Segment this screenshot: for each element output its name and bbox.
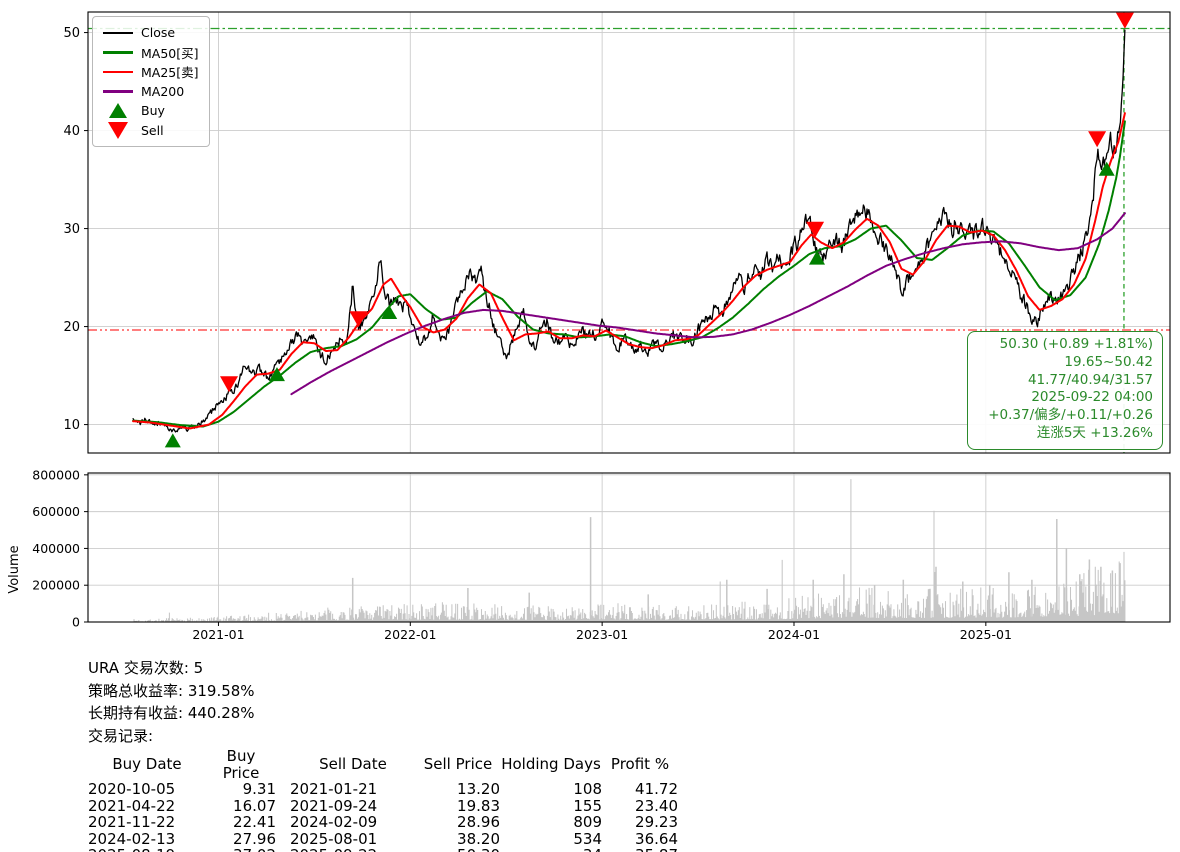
svg-text:2021-01: 2021-01: [192, 627, 244, 642]
column-header: Holding Days: [501, 755, 601, 774]
table-cell: 809: [573, 813, 602, 831]
svg-text:2024-01: 2024-01: [768, 627, 820, 642]
table-cell: 2021-09-24: [290, 796, 378, 815]
svg-text:2022-01: 2022-01: [384, 627, 436, 642]
table-row: 2021-04-22 16.07 2021-09-24 19.83 155 23.40: [88, 796, 678, 815]
strategy-report: URA 交易次数: 5 策略总收益率: 319.58% 长期持有收益: 440.28…: [88, 657, 688, 852]
table-cell: 35.87: [602, 847, 678, 852]
column-header: Sell Price: [423, 755, 493, 774]
table-cell: 2025-09-22: [276, 847, 416, 852]
legend-label: Close: [141, 25, 176, 41]
table-cell: 9.31: [242, 780, 276, 798]
table-row: 2021-11-22 22.41 2024-02-09 28.96 809 29.23: [88, 814, 678, 831]
table-cell: 2025-08-01: [290, 829, 378, 848]
table-cell: 2024-02-13: [88, 829, 176, 848]
line-swatch: [101, 70, 135, 73]
line-swatch: [101, 31, 135, 34]
table-cell: 50.30: [416, 847, 500, 852]
svg-text:0: 0: [72, 615, 80, 630]
legend-item-sell: Sell: [101, 121, 199, 141]
table-cell: 28.96: [457, 813, 500, 831]
column-header: Buy Price: [222, 747, 260, 782]
summary-line: 策略总收益率: 319.58%: [88, 681, 255, 700]
svg-text:2025-01: 2025-01: [960, 627, 1012, 642]
svg-text:400000: 400000: [32, 541, 80, 556]
line-swatch: [101, 90, 135, 93]
table-cell: 41.72: [635, 780, 678, 798]
table-row: 2025-08-1937.022025-09-2250.303435.87: [88, 847, 678, 852]
price-info-line: 19.65~50.42: [1064, 353, 1153, 370]
svg-text:20: 20: [63, 320, 80, 335]
svg-text:10: 10: [63, 418, 80, 433]
table-header-row: Buy Date Buy Price Sell Date Sell Price Hold…: [88, 748, 678, 781]
legend-item-close: Close: [101, 23, 199, 43]
price-info-line: 41.77/40.94/31.57: [1027, 371, 1153, 388]
table-cell: 22.41: [233, 813, 276, 831]
legend-label: Sell: [141, 122, 164, 138]
triangle-up-icon: [101, 103, 135, 119]
legend-item-ma200: MA200: [101, 82, 199, 102]
table-cell: 37.02: [206, 847, 276, 852]
triangle-down-icon: [101, 121, 135, 139]
price-info-line: 连涨5天 +13.26%: [1036, 424, 1153, 441]
table-cell: 2021-01-21: [290, 780, 378, 798]
table-cell: 2025-08-19: [88, 847, 206, 852]
table-cell: 2021-11-22: [88, 813, 176, 831]
table-cell: 2024-02-09: [290, 813, 378, 831]
table-cell: 36.64: [635, 829, 678, 848]
table-cell: 34: [500, 847, 602, 852]
svg-text:50: 50: [63, 26, 80, 41]
strategy-summary: URA 交易次数: 5 策略总收益率: 319.58% 长期持有收益: 440.28…: [88, 657, 688, 747]
svg-text:2023-01: 2023-01: [576, 627, 628, 642]
svg-text:200000: 200000: [32, 578, 80, 593]
table-cell: 2020-10-05: [88, 780, 176, 798]
legend-label: MA25[卖]: [141, 65, 199, 81]
table-cell: 38.20: [457, 829, 500, 848]
table-cell: 155: [573, 796, 602, 815]
stock-strategy-figure: 10 20 30 40 50 0 200000 400000 600000 800000 2021-…: [0, 0, 1180, 852]
svg-text:Volume: Volume: [7, 545, 22, 593]
price-info-box: 50.30 (+0.89 +1.81%) 19.65~50.42 41.77/40.…: [967, 331, 1163, 450]
chart-legend: Close MA50[买] MA25[卖] MA200 Buy Sell: [92, 16, 210, 147]
legend-item-buy: Buy: [101, 101, 199, 121]
table-row: 2020-10-05 9.31 2021-01-21 13.20 108 41.72: [88, 781, 678, 798]
table-cell: 108: [573, 780, 602, 798]
price-info-line: 50.30 (+0.89 +1.81%): [999, 336, 1153, 352]
price-info-line: +0.37/偏多/+0.11/+0.26: [988, 407, 1153, 424]
table-cell: 534: [573, 829, 602, 848]
summary-line: 交易记录:: [88, 726, 154, 745]
svg-text:600000: 600000: [32, 504, 80, 519]
legend-label: MA200: [141, 83, 185, 99]
table-cell: 19.83: [457, 796, 500, 815]
column-header: Profit %: [610, 755, 670, 774]
legend-label: MA50[买]: [141, 45, 199, 61]
legend-item-ma50-: MA50[买]: [101, 43, 199, 63]
svg-text:800000: 800000: [32, 467, 80, 482]
trade-records-table: Buy Date Buy Price Sell Date Sell Price Hold…: [88, 748, 678, 852]
summary-line: URA 交易次数: 5: [88, 659, 204, 677]
svg-text:30: 30: [63, 222, 80, 237]
price-info-line: 2025-09-22 04:00: [1031, 389, 1153, 406]
table-cell: 13.20: [457, 780, 500, 798]
table-row: 2024-02-13 27.96 2025-08-01 38.20 534 36.64: [88, 829, 678, 848]
column-header: Buy Date: [112, 755, 182, 774]
summary-line: 长期持有收益: 440.28%: [88, 704, 255, 722]
svg-text:40: 40: [63, 124, 80, 139]
column-header: Sell Date: [319, 755, 387, 774]
table-cell: 23.40: [635, 796, 678, 815]
table-cell: 16.07: [233, 796, 276, 815]
line-swatch: [101, 51, 135, 54]
table-cell: 29.23: [635, 813, 678, 831]
table-cell: 2021-04-22: [88, 796, 176, 815]
table-cell: 27.96: [233, 829, 276, 848]
legend-item-ma25-: MA25[卖]: [101, 62, 199, 82]
legend-label: Buy: [141, 103, 165, 119]
